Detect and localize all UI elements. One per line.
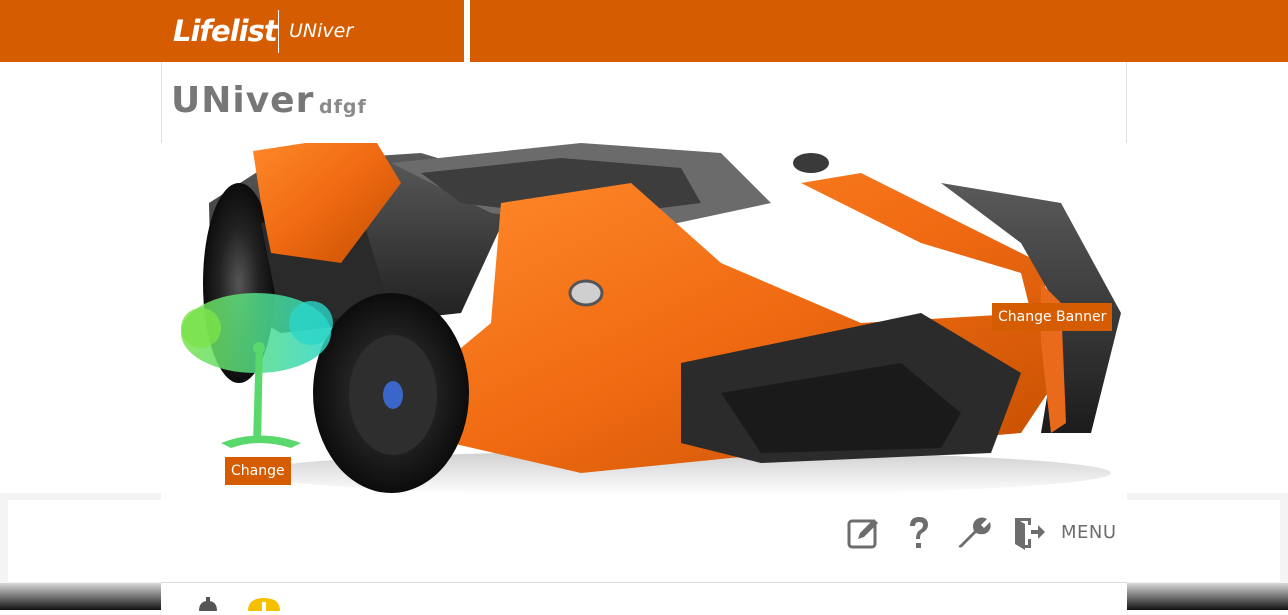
toolbar-band-left	[8, 500, 161, 582]
content-area	[161, 583, 1127, 610]
footer-dark-left	[0, 583, 161, 610]
site-name[interactable]: UNiver	[289, 18, 353, 44]
menu-button[interactable]: MENU	[1061, 521, 1117, 545]
change-avatar-button[interactable]: Change	[225, 457, 291, 485]
logout-icon[interactable]	[1011, 515, 1047, 551]
change-banner-button[interactable]: Change Banner	[992, 303, 1113, 331]
dollar-icon[interactable]	[196, 596, 220, 611]
toolbar-band-right	[1127, 500, 1280, 582]
logo-divider	[278, 10, 279, 53]
sports-car-illustration	[181, 143, 1121, 493]
page-title: UNiver	[171, 80, 315, 121]
top-bar-right	[470, 0, 1288, 62]
footer-dark-right	[1127, 583, 1288, 610]
avatar-tree	[181, 293, 333, 448]
banner-image	[161, 143, 1127, 493]
edit-icon[interactable]	[846, 515, 882, 551]
page-subtitle: dfgf	[319, 96, 367, 118]
lifelist-logo[interactable]: Lifelist	[173, 11, 278, 51]
help-icon[interactable]	[901, 515, 937, 551]
settings-wrench-icon[interactable]	[956, 515, 992, 551]
warning-icon[interactable]	[247, 596, 281, 611]
